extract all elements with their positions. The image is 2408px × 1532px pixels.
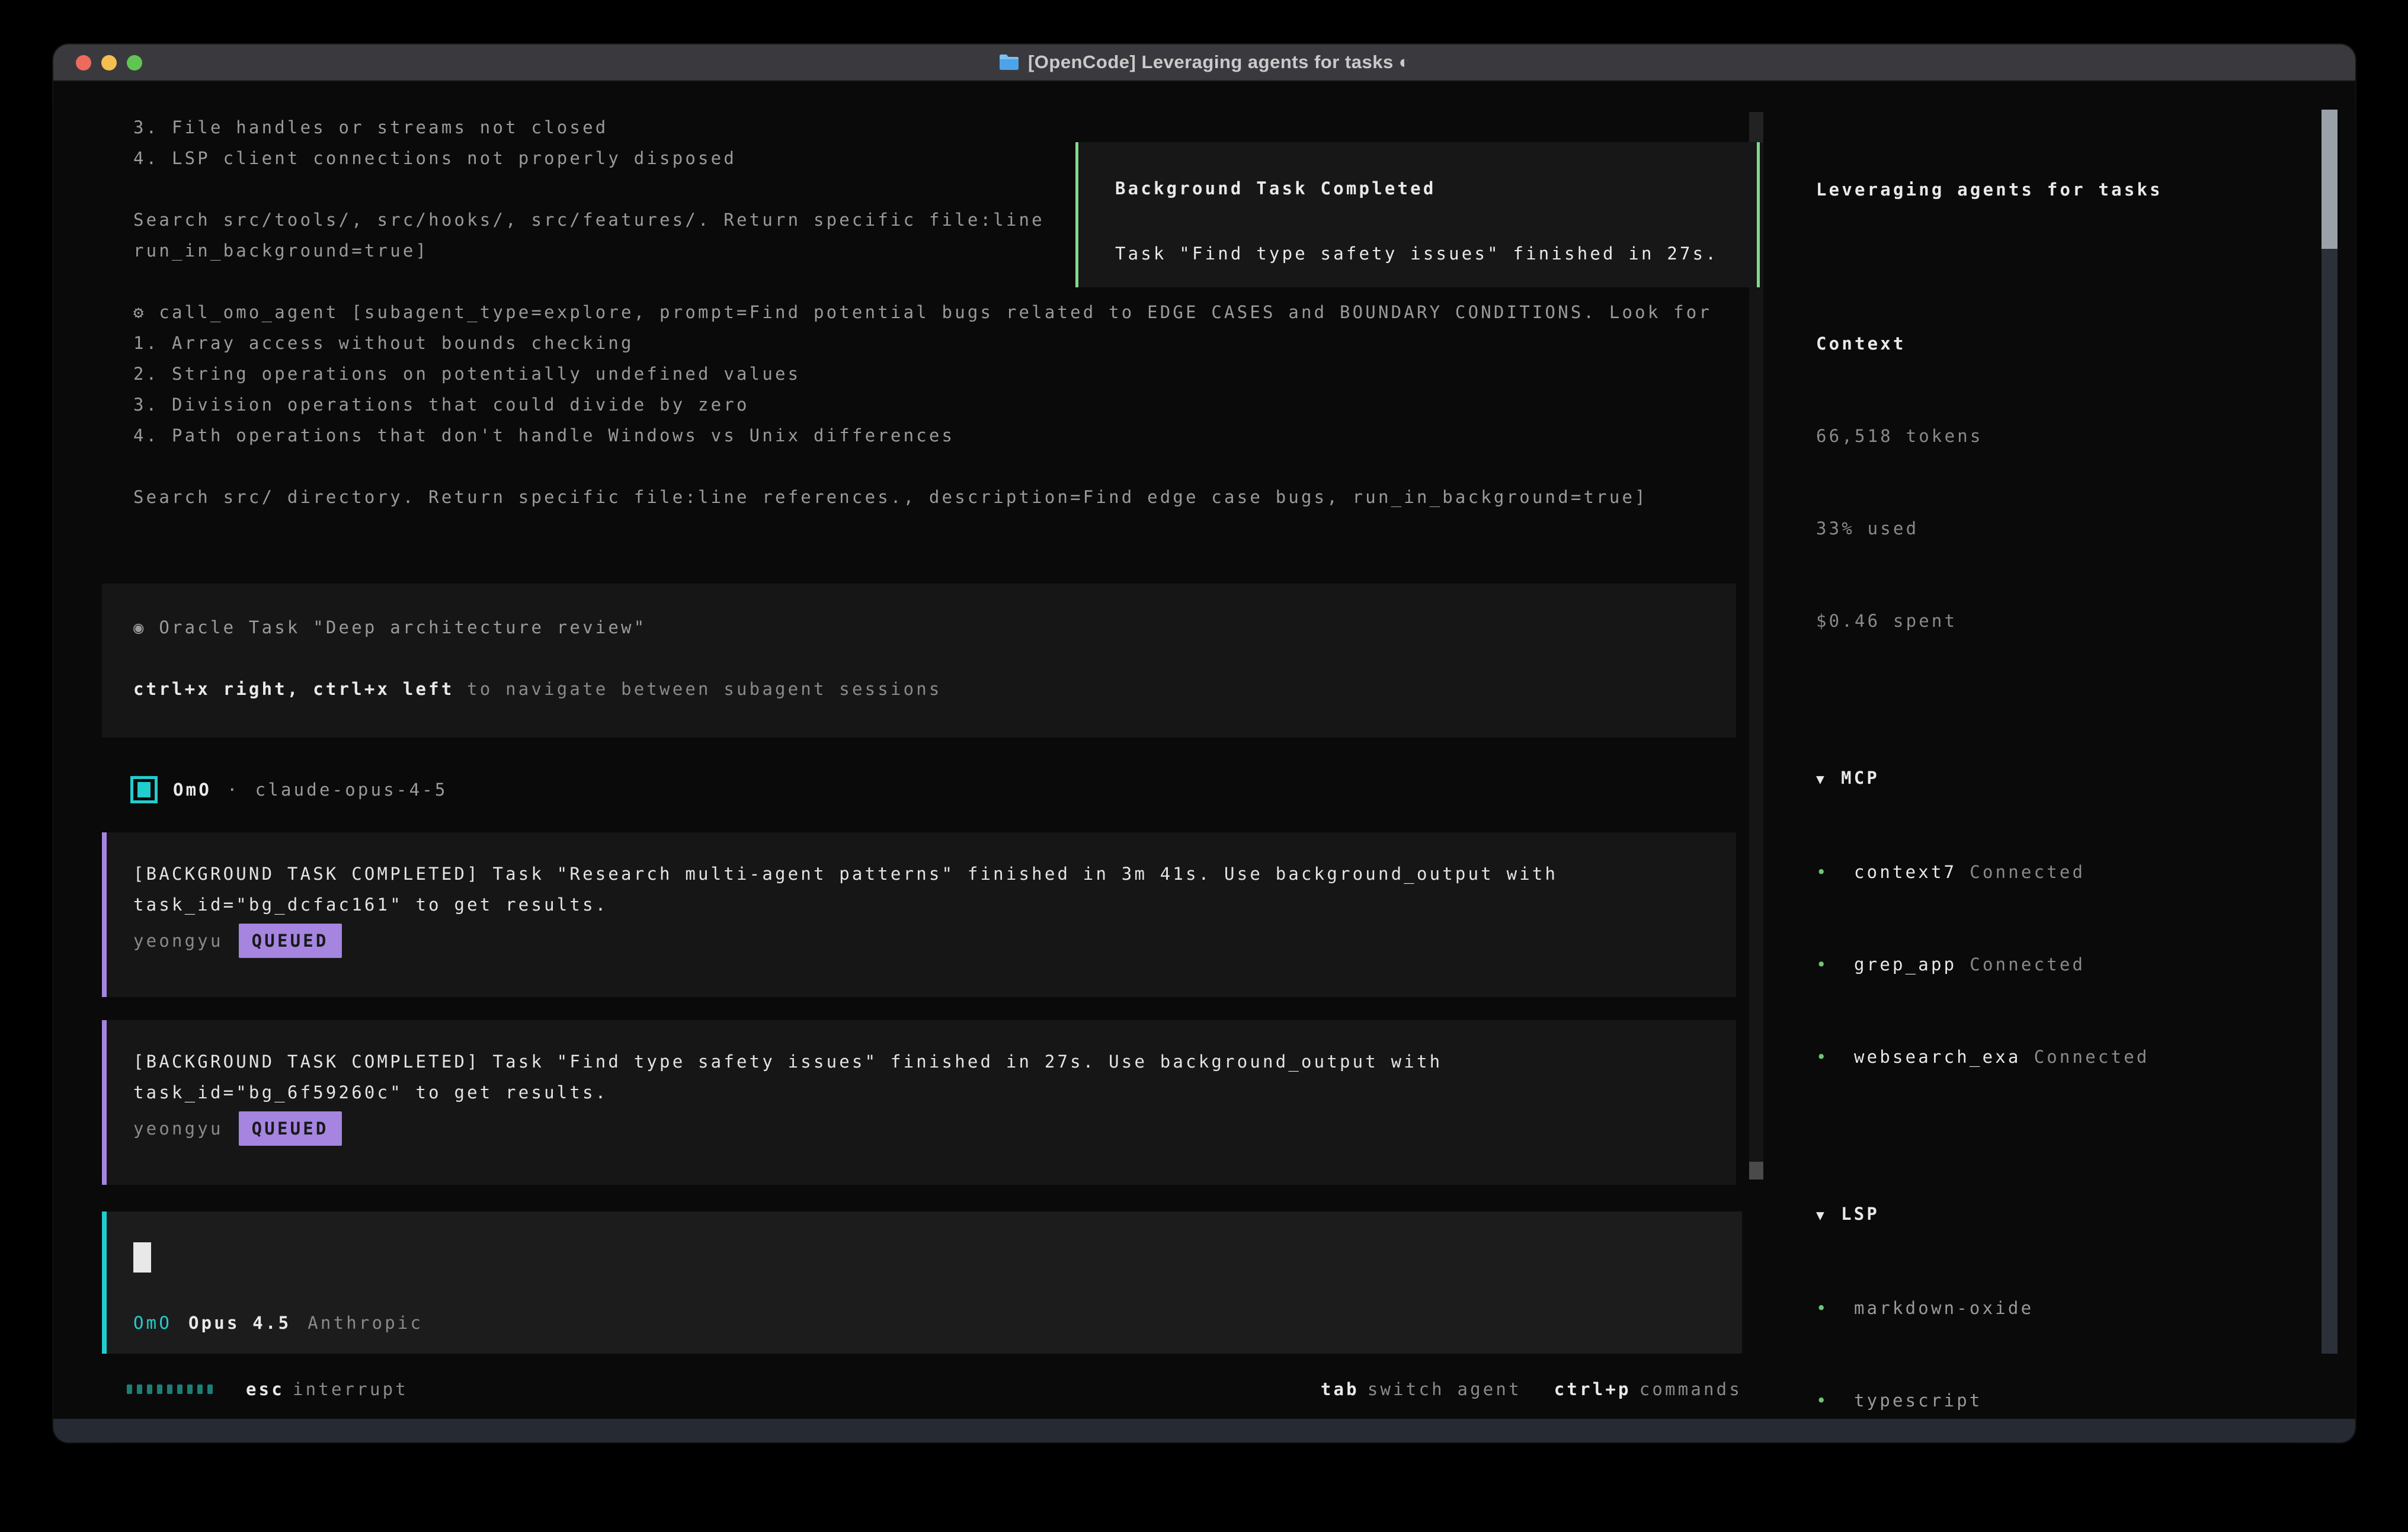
agent-model: claude-opus-4-5 [255,774,448,805]
window-bottom-edge [53,1419,2355,1443]
context-spent: $0.46 spent [1816,605,2314,636]
omo-agent-icon [130,776,158,803]
esc-key: esc [246,1374,284,1405]
subagent-shortcut-hint: ctrl+x right, ctrl+x left to navigate be… [133,674,1736,704]
mcp-name: grep_app [1854,949,1956,980]
main-scrollbar-thumb-top[interactable] [1749,112,1763,143]
task-message: [BACKGROUND TASK COMPLETED] Task "Find t… [133,1046,1736,1108]
agent-session-header[interactable]: OmO · claude-opus-4-5 [130,774,448,805]
toast-message: Task "Find type safety issues" finished … [1115,238,1757,269]
lsp-item: •typescript [1816,1385,2314,1416]
minimize-button[interactable] [101,55,117,70]
shortcut-description: to navigate between subagent sessions [454,679,942,699]
zoom-button[interactable] [127,55,142,70]
tab-hint: tab switch agent [1321,1374,1522,1405]
dot-icon: • [1816,1385,1854,1416]
dot-icon: • [1816,1041,1854,1072]
mcp-item: •grep_app Connected [1816,949,2314,980]
folder-icon [998,53,1020,71]
shortcut-keys: ctrl+x right, ctrl+x left [133,679,454,699]
tab-key: tab [1321,1374,1359,1405]
status-badge: QUEUED [239,924,342,958]
mcp-name: websearch_exa [1854,1041,2021,1072]
task-user: yeongyu [133,1113,223,1144]
activity-spinner-icon [127,1384,213,1394]
mcp-item: •context7 Connected [1816,857,2314,887]
esc-label: interrupt [293,1374,408,1405]
agent-name: OmO [173,774,212,805]
context-tokens: 66,518 tokens [1816,421,2314,451]
background-task-card: [BACKGROUND TASK COMPLETED] Task "Find t… [102,1020,1736,1185]
commands-label: commands [1640,1374,1742,1405]
main-scrollbar-thumb[interactable] [1749,1162,1763,1180]
context-header: Context [1816,328,2314,359]
close-button[interactable] [76,55,91,70]
lsp-header-label: LSP [1841,1198,1879,1229]
prompt-input[interactable]: OmO Opus 4.5 Anthropic [102,1212,1742,1354]
input-provider-name: Anthropic [308,1307,423,1338]
dot-icon: • [1816,1293,1854,1323]
commands-hint: ctrl+p commands [1554,1374,1742,1405]
lsp-item: •markdown-oxide [1816,1293,2314,1323]
tab-label: switch agent [1368,1374,1522,1405]
background-task-card: [BACKGROUND TASK COMPLETED] Task "Resear… [102,832,1736,997]
task-user: yeongyu [133,925,223,956]
status-badge: QUEUED [239,1111,342,1146]
titlebar: [OpenCode] Leveraging agents for tasks ◐ [53,44,2355,81]
mcp-item: •websearch_exa Connected [1816,1041,2314,1072]
agent-separator: · [227,774,240,805]
context-used: 33% used [1816,513,2314,544]
mcp-status: Connected [2034,1041,2150,1072]
commands-key: ctrl+p [1554,1374,1631,1405]
traffic-lights [76,44,142,81]
sidebar: Leveraging agents for tasks Context 66,5… [1766,113,2335,1443]
dot-icon: • [1816,857,1854,887]
task-message: [BACKGROUND TASK COMPLETED] Task "Resear… [133,858,1736,920]
sidebar-scrollbar-track[interactable] [2321,249,2337,1354]
input-model-name[interactable]: Opus 4.5 [188,1307,291,1338]
background-task-toast: Background Task Completed Task "Find typ… [1075,142,1760,287]
window-title: [OpenCode] Leveraging agents for tasks ◐ [1028,52,1410,73]
esc-hint: esc interrupt [246,1374,408,1405]
chevron-down-icon: ▼ [1816,1200,1827,1231]
chevron-down-icon: ▼ [1816,764,1827,795]
opencode-window: [OpenCode] Leveraging agents for tasks ◐… [53,44,2355,1443]
text-cursor [133,1242,151,1273]
lsp-section-header[interactable]: ▼ LSP [1816,1198,2314,1231]
lsp-name: markdown-oxide [1854,1293,2034,1323]
toast-title: Background Task Completed [1115,173,1757,204]
oracle-task-title: ◉ Oracle Task "Deep architecture review" [133,612,1736,643]
session-title: Leveraging agents for tasks [1816,174,2314,205]
status-bar: esc interrupt tab switch agent ctrl+p co… [127,1374,1742,1405]
sidebar-scrollbar-thumb[interactable] [2321,110,2337,249]
mcp-section-header[interactable]: ▼ MCP [1816,762,2314,795]
dot-icon: • [1816,949,1854,980]
lsp-name: typescript [1854,1385,1983,1416]
mcp-name: context7 [1854,857,1956,887]
input-agent-name[interactable]: OmO [133,1307,172,1338]
mcp-header-label: MCP [1841,762,1879,793]
oracle-task-box: ◉ Oracle Task "Deep architecture review"… [102,584,1736,738]
mcp-status: Connected [1970,949,2085,980]
mcp-status: Connected [1970,857,2085,887]
